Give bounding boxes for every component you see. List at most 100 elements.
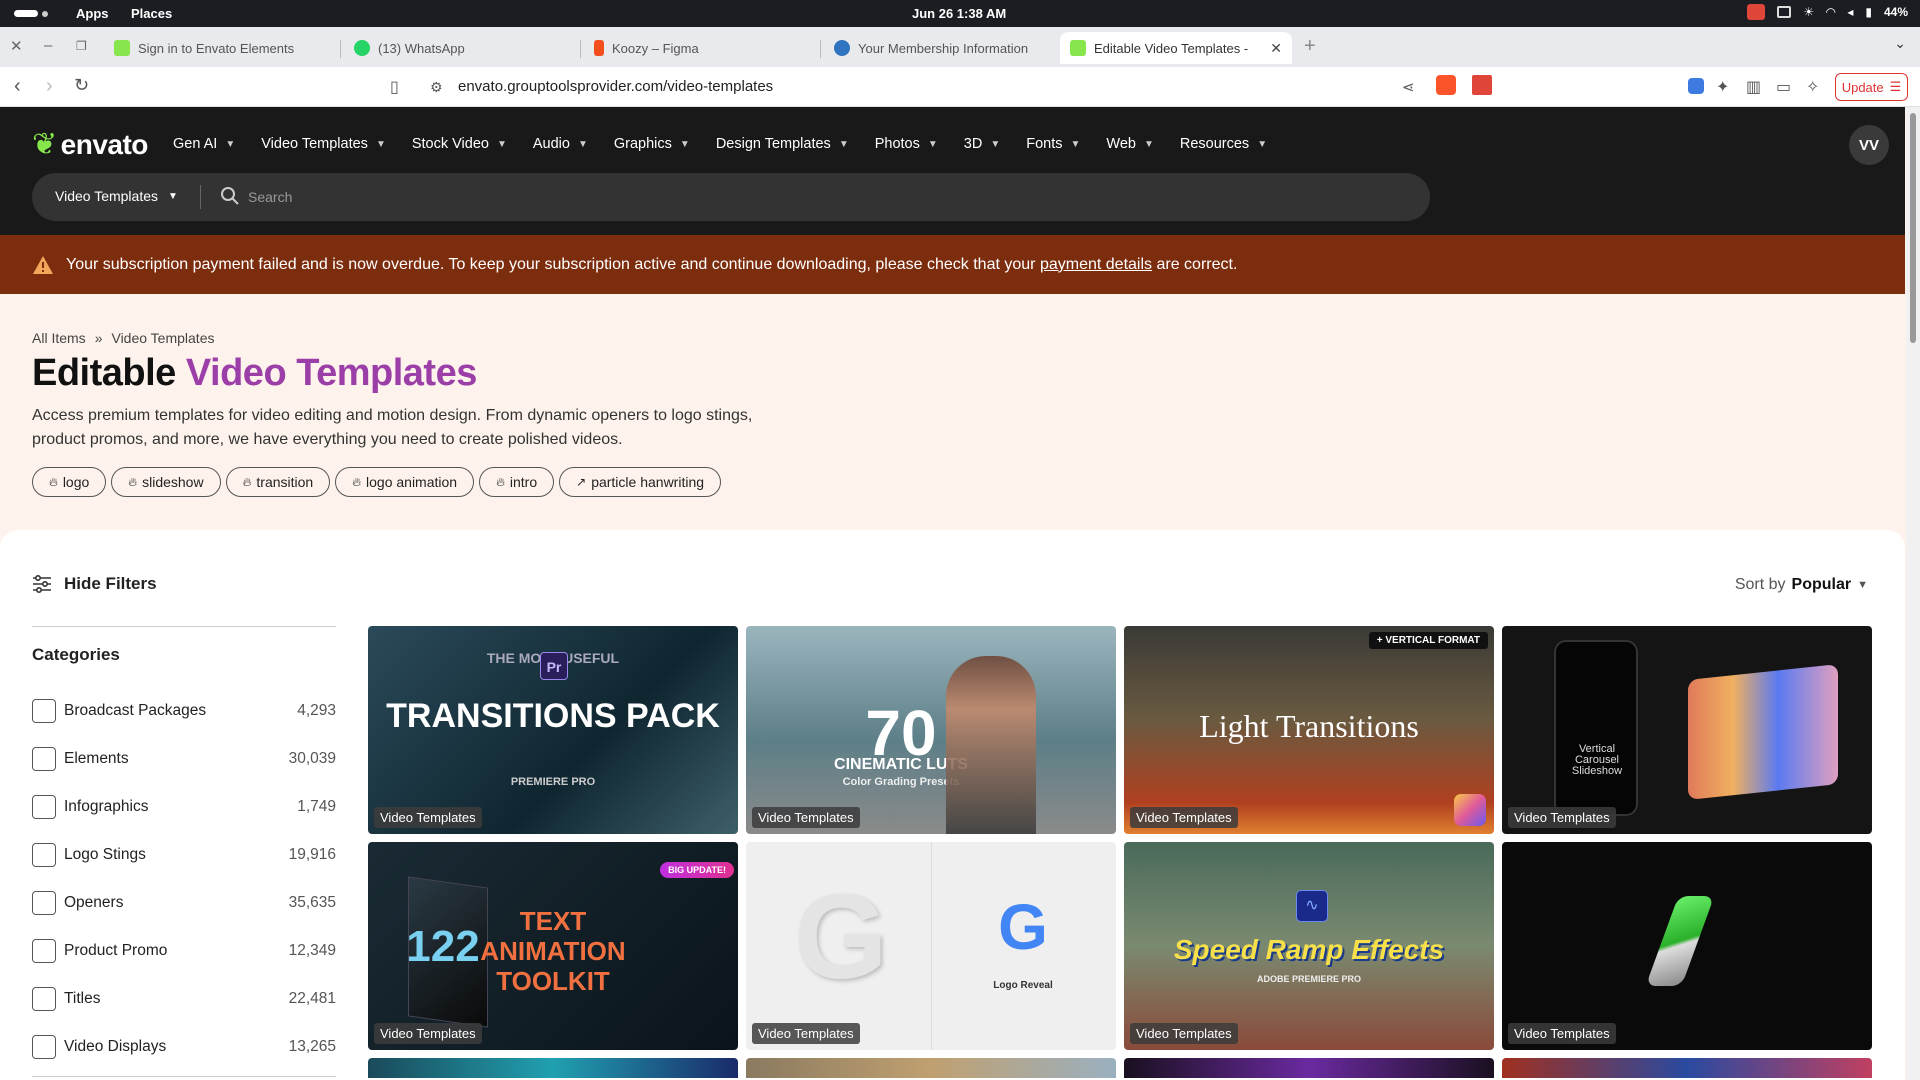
checkbox[interactable] xyxy=(32,843,56,867)
share-icon[interactable]: ⋖ xyxy=(1402,78,1415,96)
chip-slideshow[interactable]: 🔥︎ slideshow xyxy=(111,467,221,497)
brave-shield-icon[interactable] xyxy=(1436,75,1456,95)
envato-logo[interactable]: ❦ envato xyxy=(32,127,148,162)
template-card-partial[interactable] xyxy=(368,1058,738,1078)
activities-indicator-icon[interactable] xyxy=(14,10,38,17)
sort-dropdown[interactable]: Sort by Popular ▼ xyxy=(1735,576,1868,594)
chevron-down-icon: ▼ xyxy=(990,138,1001,150)
system-tray[interactable]: ☀ ◠ ◂ ▮ 44% xyxy=(1747,4,1908,20)
tab-envato-signin[interactable]: Sign in to Envato Elements xyxy=(104,32,336,64)
checkbox[interactable] xyxy=(32,699,56,723)
keyboard-icon[interactable] xyxy=(1777,6,1792,18)
category-elements[interactable]: Elements 30,039 xyxy=(32,735,336,783)
template-card[interactable]: G G Logo Reveal Video Templates xyxy=(746,842,1116,1050)
tab-title: Your Membership Information xyxy=(858,40,1029,56)
checkbox[interactable] xyxy=(32,891,56,915)
screen-record-icon[interactable] xyxy=(1747,4,1766,20)
nav-video-templates[interactable]: Video Templates ▼ xyxy=(261,136,386,152)
category-broadcast-packages[interactable]: Broadcast Packages 4,293 xyxy=(32,687,336,735)
category-logo-stings[interactable]: Logo Stings 19,916 xyxy=(32,831,336,879)
chip-particle-hanwriting[interactable]: ↗ particle hanwriting xyxy=(559,467,722,497)
forward-button[interactable]: › xyxy=(46,75,53,98)
template-card[interactable]: Video Templates xyxy=(1502,842,1872,1050)
clock[interactable]: Jun 26 1:38 AM xyxy=(912,6,1006,21)
checkbox[interactable] xyxy=(32,987,56,1011)
leo-ai-icon[interactable]: ✧ xyxy=(1806,77,1819,97)
template-card-partial[interactable] xyxy=(1124,1058,1494,1078)
search-category-dropdown[interactable]: Video Templates ▼ xyxy=(55,188,178,204)
nav-resources[interactable]: Resources ▼ xyxy=(1180,136,1267,152)
chevron-down-icon: ▼ xyxy=(1857,579,1868,591)
url-field[interactable]: envato.grouptoolsprovider.com/video-temp… xyxy=(458,78,773,95)
breadcrumb-video-templates[interactable]: Video Templates xyxy=(111,330,214,346)
checkbox[interactable] xyxy=(32,1035,56,1059)
close-tab-icon[interactable]: ✕ xyxy=(1270,40,1282,57)
minimize-window-icon[interactable]: – xyxy=(44,37,52,54)
hide-filters-button[interactable]: Hide Filters xyxy=(32,574,157,594)
new-tab-button[interactable]: + xyxy=(1304,35,1316,58)
extensions-puzzle-icon[interactable]: ✦ xyxy=(1716,77,1729,97)
template-card[interactable]: BIG UPDATE! 122 TEXT ANIMATION TOOLKIT V… xyxy=(368,842,738,1050)
scrollbar-thumb[interactable] xyxy=(1910,113,1916,343)
nav-3d[interactable]: 3D ▼ xyxy=(964,136,1000,152)
maximize-window-icon[interactable]: ❐ xyxy=(76,39,87,53)
back-button[interactable]: ‹ xyxy=(14,75,21,98)
nav-web[interactable]: Web ▼ xyxy=(1106,136,1153,152)
update-button[interactable]: Update ☰ xyxy=(1835,73,1908,101)
nav-photos[interactable]: Photos ▼ xyxy=(875,136,938,152)
brave-rewards-icon[interactable] xyxy=(1472,75,1492,95)
sidebar-toggle-icon[interactable]: ▥ xyxy=(1746,77,1761,97)
tab-whatsapp[interactable]: (13) WhatsApp xyxy=(344,32,576,64)
brightness-icon[interactable]: ☀ xyxy=(1803,5,1814,19)
category-product-promo[interactable]: Product Promo 12,349 xyxy=(32,927,336,975)
nav-gen-ai[interactable]: Gen AI ▼ xyxy=(173,136,235,152)
filter-sliders-icon xyxy=(33,575,51,593)
apps-menu[interactable]: Apps xyxy=(76,6,109,21)
site-info-icon[interactable]: ⚙ xyxy=(430,79,443,96)
checkbox[interactable] xyxy=(32,747,56,771)
big-update-badge: BIG UPDATE! xyxy=(660,862,734,878)
nav-stock-video[interactable]: Stock Video ▼ xyxy=(412,136,507,152)
checkbox[interactable] xyxy=(32,795,56,819)
template-card[interactable]: + VERTICAL FORMAT Light Transitions Vide… xyxy=(1124,626,1494,834)
template-card[interactable]: THE MOST USEFUL Pr TRANSITIONS PACK PREM… xyxy=(368,626,738,834)
places-menu[interactable]: Places xyxy=(131,6,172,21)
category-video-displays[interactable]: Video Displays 13,265 xyxy=(32,1023,336,1071)
tab-search-chevron-icon[interactable]: ⌄ xyxy=(1894,35,1906,52)
nav-design-templates[interactable]: Design Templates ▼ xyxy=(716,136,849,152)
chip-intro[interactable]: 🔥︎ intro xyxy=(479,467,555,497)
page-scrollbar[interactable] xyxy=(1906,107,1920,1080)
payment-details-link[interactable]: payment details xyxy=(1040,256,1152,273)
template-card[interactable]: ∿ Speed Ramp Effects ADOBE PREMIERE PRO … xyxy=(1124,842,1494,1050)
close-window-icon[interactable]: ✕ xyxy=(10,37,23,55)
results-panel: Hide Filters Sort by Popular ▼ Categorie… xyxy=(0,530,1905,1080)
category-infographics[interactable]: Infographics 1,749 xyxy=(32,783,336,831)
template-card-partial[interactable] xyxy=(1502,1058,1872,1078)
nav-fonts[interactable]: Fonts ▼ xyxy=(1026,136,1080,152)
tab-figma[interactable]: Koozy – Figma xyxy=(584,32,816,64)
chip-transition[interactable]: 🔥︎ transition xyxy=(225,467,331,497)
template-card[interactable]: 70 CINEMATIC LUTS Color Grading Presets … xyxy=(746,626,1116,834)
nav-graphics[interactable]: Graphics ▼ xyxy=(614,136,690,152)
template-card[interactable]: Vertical Carousel Slideshow Video Templa… xyxy=(1502,626,1872,834)
battery-icon[interactable]: ▮ xyxy=(1865,5,1872,19)
template-card-partial[interactable] xyxy=(746,1058,1116,1078)
reload-button[interactable]: ↻ xyxy=(74,75,89,96)
checkbox[interactable] xyxy=(32,939,56,963)
wifi-icon[interactable]: ◠ xyxy=(1826,5,1835,19)
extension-icon[interactable] xyxy=(1688,78,1704,94)
chip-logo[interactable]: 🔥︎ logo xyxy=(32,467,107,497)
nav-audio[interactable]: Audio ▼ xyxy=(533,136,588,152)
card-caption: Vertical Carousel Slideshow xyxy=(1571,743,1623,777)
bookmark-icon[interactable]: ▯ xyxy=(390,77,399,97)
tab-editable-video-templates[interactable]: Editable Video Templates - ✕ xyxy=(1060,32,1292,64)
category-titles[interactable]: Titles 22,481 xyxy=(32,975,336,1023)
search-input[interactable] xyxy=(248,185,1348,209)
tab-membership[interactable]: Your Membership Information xyxy=(824,32,1056,64)
wallet-icon[interactable]: ▭ xyxy=(1776,77,1791,97)
avatar[interactable]: VV xyxy=(1849,125,1889,165)
chip-logo-animation[interactable]: 🔥︎ logo animation xyxy=(335,467,475,497)
volume-icon[interactable]: ◂ xyxy=(1847,5,1853,19)
breadcrumb-all-items[interactable]: All Items xyxy=(32,330,86,346)
category-openers[interactable]: Openers 35,635 xyxy=(32,879,336,927)
